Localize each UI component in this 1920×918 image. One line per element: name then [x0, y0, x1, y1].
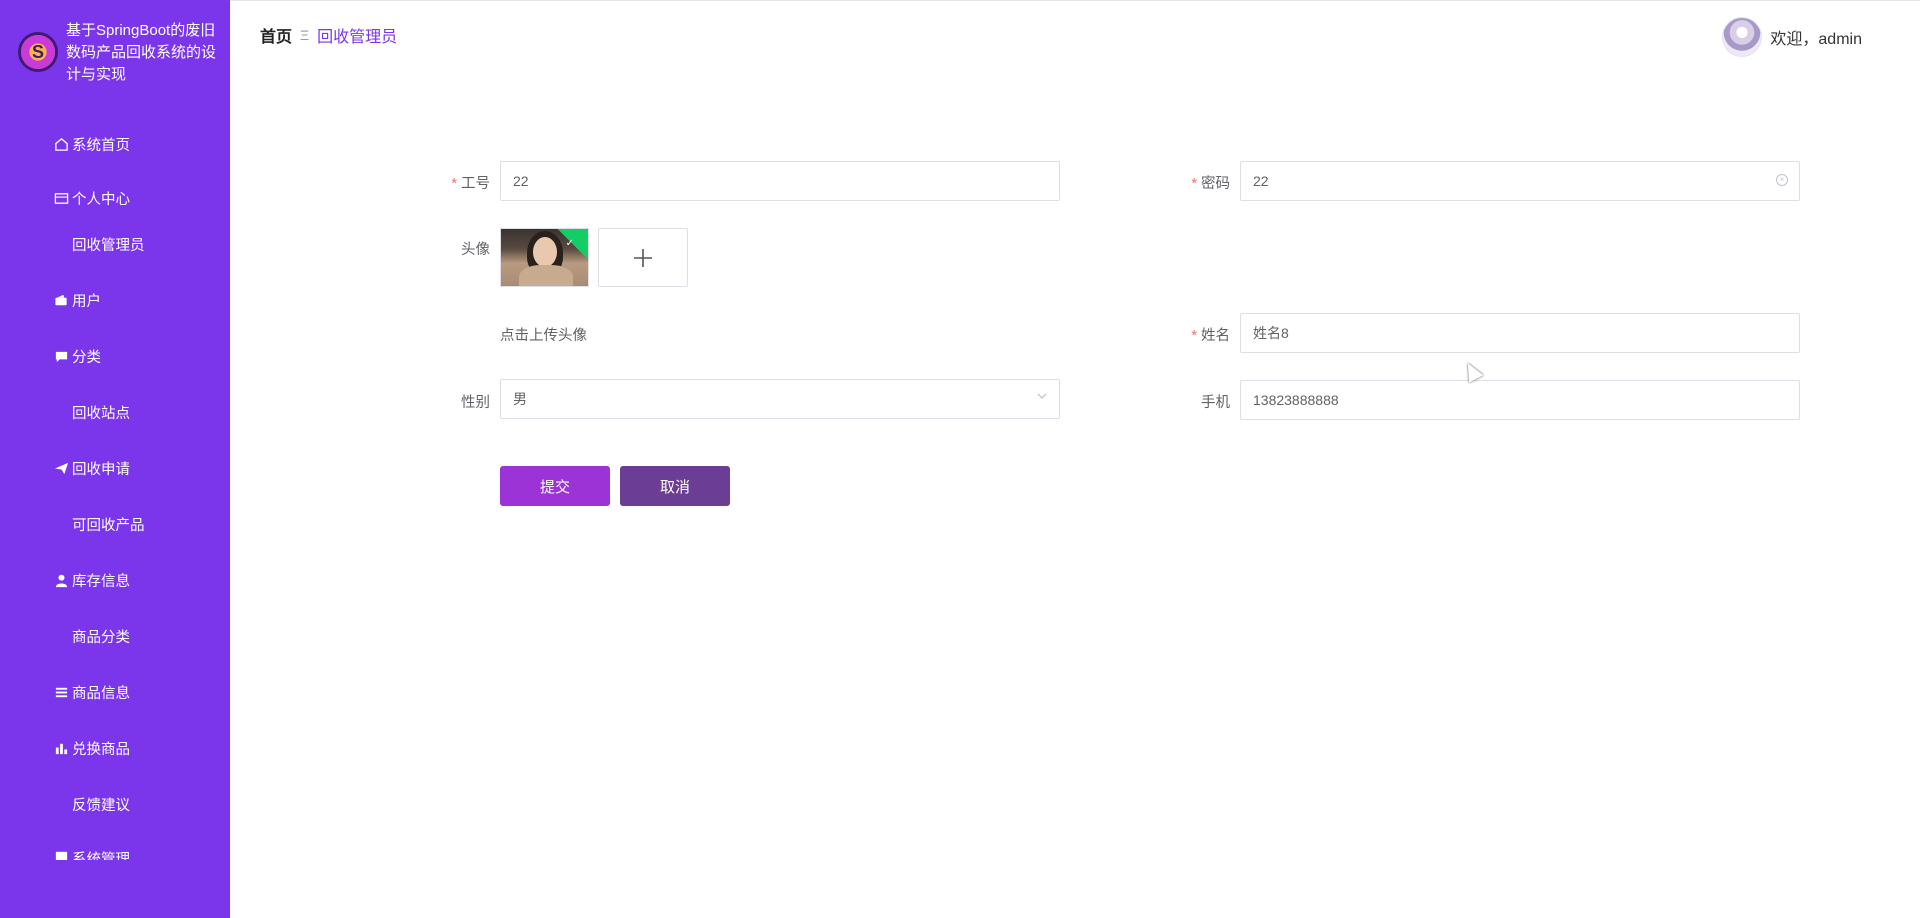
topbar: 首页 Ξ 回收管理员 欢迎，admin: [230, 0, 1920, 70]
sidebar-item-label: 系统管理: [72, 852, 130, 860]
sidebar-item-label: 用户: [72, 293, 101, 310]
chat-icon: [53, 348, 69, 364]
grid-icon: [53, 628, 69, 644]
clear-icon[interactable]: ×: [1776, 174, 1788, 186]
sidebar-item-system[interactable]: 系统管理: [53, 848, 130, 860]
list-icon: [53, 684, 69, 700]
breadcrumb-separator: Ξ: [300, 27, 310, 43]
gonghao-label: * 工号: [451, 176, 490, 192]
sidebar-item-label: 反馈建议: [72, 797, 130, 814]
send-icon: [53, 460, 69, 476]
avatar[interactable]: [1722, 17, 1763, 57]
wallet-icon: [53, 292, 69, 308]
submit-button[interactable]: 提交: [500, 466, 610, 506]
breadcrumb: 首页 Ξ 回收管理员: [260, 23, 397, 47]
sidebar-item-user[interactable]: 用户: [53, 288, 101, 312]
sidebar-item-label: 系统首页: [72, 137, 130, 154]
sidebar-item-exchange-goods[interactable]: 兑换商品: [53, 736, 130, 760]
mima-label: * 密码: [1191, 176, 1230, 192]
user-menu[interactable]: 欢迎，admin: [1722, 17, 1862, 57]
sidebar-item-inventory[interactable]: 库存信息: [53, 568, 130, 592]
sidebar-item-label: 库存信息: [72, 573, 130, 590]
sidebar-item-label: 回收站点: [72, 405, 130, 422]
sidebar-item-recycle-station[interactable]: 回收站点: [53, 400, 130, 424]
avatar-thumbnail[interactable]: ✓: [500, 228, 589, 287]
grid-icon: [53, 516, 69, 532]
mima-input[interactable]: [1240, 161, 1800, 201]
sidebar-item-recycle-admin[interactable]: 回收管理员: [53, 232, 145, 256]
sidebar-item-recycle-apply[interactable]: 回收申请: [53, 456, 130, 480]
gonghao-input[interactable]: [500, 161, 1060, 201]
check-icon: ✓: [565, 238, 574, 249]
chevron-down-icon: [1036, 390, 1048, 405]
grid-icon: [53, 848, 69, 860]
plus-icon: [634, 248, 652, 267]
id-card-icon: [53, 190, 69, 206]
sidebar-item-label: 回收管理员: [72, 237, 145, 254]
user-icon: [53, 572, 69, 588]
sidebar-item-home[interactable]: 系统首页: [53, 132, 130, 156]
grid-icon: [53, 796, 69, 812]
breadcrumb-home[interactable]: 首页: [260, 23, 292, 47]
sidebar-item-profile[interactable]: 个人中心: [53, 186, 130, 210]
sidebar-item-label: 分类: [72, 349, 101, 366]
grid-icon: [53, 236, 69, 252]
shouji-input[interactable]: [1240, 380, 1800, 420]
upload-add-button[interactable]: [598, 228, 688, 287]
sidebar-item-goods-info[interactable]: 商品信息: [53, 680, 130, 704]
sidebar-item-label: 可回收产品: [72, 517, 145, 534]
sidebar-item-feedback[interactable]: 反馈建议: [53, 792, 130, 816]
xingbie-value: 男: [513, 391, 527, 407]
xingming-input[interactable]: [1240, 313, 1800, 353]
xingbie-label: 性别: [461, 395, 490, 411]
xingbie-select[interactable]: 男: [500, 379, 1060, 419]
sidebar-item-label: 个人中心: [72, 191, 130, 208]
xingming-label: * 姓名: [1191, 328, 1230, 344]
welcome-text: 欢迎，admin: [1770, 31, 1862, 48]
brand: 基于SpringBoot的废旧数码产品回收系统的设计与实现: [18, 20, 218, 86]
sidebar-item-label: 回收申请: [72, 461, 130, 478]
shouji-label: 手机: [1201, 395, 1230, 411]
sidebar-item-recyclable-product[interactable]: 可回收产品: [53, 512, 145, 536]
breadcrumb-current: 回收管理员: [317, 29, 398, 46]
touxiang-label: 头像: [461, 242, 490, 258]
sidebar-item-label: 商品信息: [72, 685, 130, 702]
sidebar-item-goods-category[interactable]: 商品分类: [53, 624, 130, 648]
brand-title: 基于SpringBoot的废旧数码产品回收系统的设计与实现: [66, 22, 217, 83]
bar-chart-icon: [53, 740, 69, 756]
cancel-button[interactable]: 取消: [620, 466, 730, 506]
home-icon: [53, 136, 69, 152]
logo-icon: [18, 32, 58, 72]
sidebar: 基于SpringBoot的废旧数码产品回收系统的设计与实现 系统首页 个人中心 …: [0, 0, 230, 918]
app-root: 基于SpringBoot的废旧数码产品回收系统的设计与实现 系统首页 个人中心 …: [0, 0, 1920, 918]
grid-icon: [53, 404, 69, 420]
upload-tip: 点击上传头像: [500, 328, 587, 344]
sidebar-item-category[interactable]: 分类: [53, 344, 101, 368]
sidebar-item-label: 商品分类: [72, 629, 130, 646]
sidebar-item-label: 兑换商品: [72, 741, 130, 758]
